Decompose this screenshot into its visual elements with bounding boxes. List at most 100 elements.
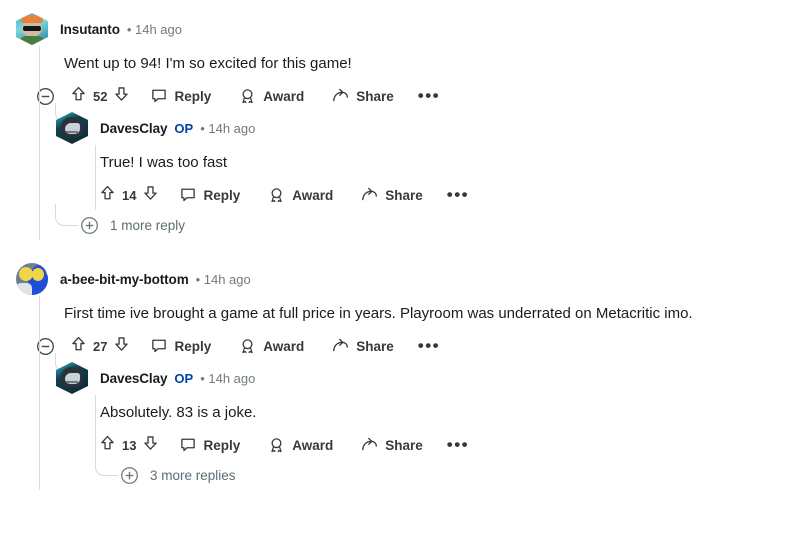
downvote-arrow-icon	[144, 435, 158, 450]
award-medal-icon	[242, 88, 253, 103]
award-label: Award	[292, 187, 334, 203]
top-spacer	[0, 0, 811, 12]
comment-header: a-bee-bit-my-bottom • 14h ago	[16, 262, 811, 296]
avatar[interactable]	[16, 263, 48, 295]
vote-count: 14	[122, 187, 137, 203]
comment-author[interactable]: Insutanto	[60, 22, 120, 37]
vote-group: 27	[71, 336, 129, 357]
vote-count: 13	[122, 437, 137, 453]
comment-gap	[0, 240, 811, 262]
reply-button[interactable]: Reply	[151, 338, 211, 354]
award-button[interactable]: Award	[268, 187, 333, 204]
vote-group: 13	[100, 435, 158, 456]
award-button[interactable]: Award	[268, 437, 333, 454]
award-label: Award	[292, 437, 334, 453]
award-button[interactable]: Award	[239, 88, 304, 105]
comment-body: Went up to 94! I'm so excited for this g…	[64, 55, 352, 72]
plus-circle-icon	[81, 216, 98, 234]
share-button[interactable]: Share	[332, 88, 394, 104]
comment-author[interactable]: DavesClay	[100, 121, 168, 136]
upvote-arrow-icon	[101, 435, 114, 449]
more-replies-label[interactable]: 1 more reply	[110, 218, 185, 233]
share-arrow-icon	[333, 338, 349, 352]
vote-count: 52	[93, 88, 108, 104]
overflow-menu-icon[interactable]: •••	[418, 87, 440, 104]
comment-bubble-icon	[152, 339, 167, 353]
more-replies-row[interactable]: 3 more replies	[16, 454, 811, 490]
downvote-button[interactable]	[114, 336, 129, 357]
reply-label: Reply	[203, 437, 241, 453]
comment-timestamp: • 14h ago	[126, 21, 182, 37]
award-medal-icon	[271, 187, 282, 202]
comment-bubble-icon	[181, 188, 196, 202]
vote-group: 52	[71, 86, 129, 107]
op-badge: OP	[174, 370, 194, 386]
upvote-arrow-icon	[72, 86, 85, 100]
comment-timestamp: • 14h ago	[195, 271, 251, 287]
upvote-arrow-icon	[72, 336, 85, 350]
comment-action-bar: 14 Reply Award Share •••	[56, 180, 811, 210]
share-button[interactable]: Share	[361, 187, 423, 203]
vote-count: 27	[93, 338, 108, 354]
overflow-menu-icon[interactable]: •••	[447, 436, 469, 453]
downvote-button[interactable]	[114, 86, 129, 107]
overflow-menu-icon[interactable]: •••	[447, 186, 469, 203]
upvote-button[interactable]	[100, 435, 115, 456]
reply-label: Reply	[203, 187, 241, 203]
reply-button[interactable]: Reply	[180, 187, 240, 203]
award-button[interactable]: Award	[239, 338, 304, 355]
downvote-button[interactable]	[143, 185, 158, 206]
simpsons-circle-avatar	[16, 263, 48, 295]
share-label: Share	[385, 187, 423, 203]
op-badge: OP	[174, 120, 194, 136]
downvote-arrow-icon	[115, 86, 129, 101]
comment-thread: Insutanto • 14h ago Went up to 94! I'm s…	[0, 0, 811, 490]
award-medal-icon	[242, 338, 253, 353]
award-label: Award	[263, 338, 305, 354]
comment-action-bar: 27 Reply Award Share •••	[16, 331, 811, 361]
award-medal-icon	[271, 437, 282, 452]
plus-circle-icon	[121, 466, 138, 484]
downvote-button[interactable]	[143, 435, 158, 456]
share-arrow-icon	[362, 187, 378, 201]
comment-timestamp: • 14h ago	[200, 370, 256, 386]
overflow-menu-icon[interactable]: •••	[418, 337, 440, 354]
share-label: Share	[385, 437, 423, 453]
comment-header: DavesClay OP • 14h ago	[56, 361, 811, 395]
vote-group: 14	[100, 185, 158, 206]
thread-connector	[55, 204, 78, 226]
comment-body: First time ive brought a game at full pr…	[64, 305, 693, 322]
upvote-button[interactable]	[100, 185, 115, 206]
comment-header: Insutanto • 14h ago	[16, 12, 811, 46]
more-replies-row[interactable]: 1 more reply	[16, 204, 811, 240]
share-button[interactable]: Share	[361, 437, 423, 453]
comment-body: Absolutely. 83 is a joke.	[100, 404, 257, 421]
avatar[interactable]	[16, 13, 48, 45]
share-label: Share	[356, 338, 394, 354]
comment-header: DavesClay OP • 14h ago	[56, 111, 811, 145]
comment-bubble-icon	[181, 438, 196, 452]
award-label: Award	[263, 88, 305, 104]
comment-timestamp: • 14h ago	[200, 120, 256, 136]
thread-connector	[95, 454, 118, 476]
share-label: Share	[356, 88, 394, 104]
reply-label: Reply	[174, 88, 212, 104]
comment-author[interactable]: a-bee-bit-my-bottom	[60, 272, 189, 287]
share-arrow-icon	[333, 88, 349, 102]
upvote-arrow-icon	[101, 185, 114, 199]
more-replies-label[interactable]: 3 more replies	[150, 468, 236, 483]
comment-thread-item: a-bee-bit-my-bottom • 14h ago First time…	[0, 262, 811, 490]
comment-body: True! I was too fast	[100, 154, 227, 171]
thread-line-nested[interactable]	[95, 145, 96, 210]
comment-thread-item: Insutanto • 14h ago Went up to 94! I'm s…	[0, 12, 811, 240]
dog-sunglasses-hex-avatar	[16, 13, 48, 45]
share-button[interactable]: Share	[332, 338, 394, 354]
comment-author[interactable]: DavesClay	[100, 371, 168, 386]
reply-button[interactable]: Reply	[180, 437, 240, 453]
downvote-arrow-icon	[115, 336, 129, 351]
reply-label: Reply	[174, 338, 212, 354]
comment-action-bar: 13 Reply Award Share •••	[56, 430, 811, 460]
comment-action-bar: 52 Reply Award Share •••	[16, 81, 811, 111]
thread-line-nested[interactable]	[95, 395, 96, 460]
reply-button[interactable]: Reply	[151, 88, 211, 104]
